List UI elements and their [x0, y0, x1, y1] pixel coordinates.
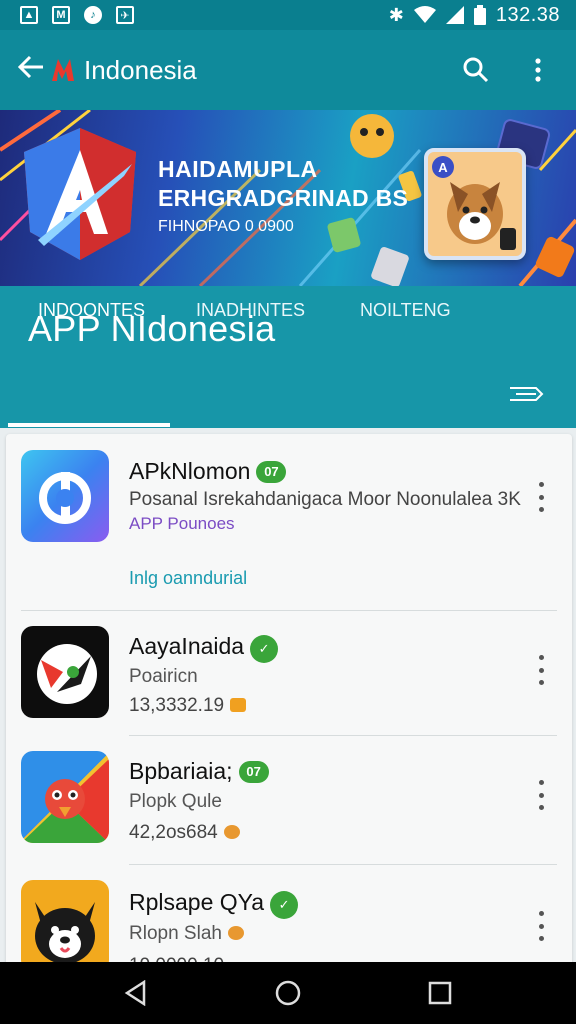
banner-app-card: A	[424, 148, 526, 260]
bluetooth-icon: ✱	[388, 4, 404, 25]
coin-icon	[227, 926, 244, 940]
apk-app-icon	[21, 450, 109, 542]
app-name: Bpbariaia; 07	[129, 758, 269, 785]
tab-indoontes[interactable]: INDOONTES	[38, 300, 145, 321]
system-icons: ✱ 132.38	[389, 4, 560, 27]
app-subtitle-text: Rlopn Slah	[129, 923, 222, 944]
briefcase-icon	[230, 698, 247, 712]
signal-icon	[445, 6, 464, 24]
version-badge: 07	[238, 761, 269, 783]
install-link[interactable]: Inlg oanndurial	[129, 568, 247, 589]
app-name-text: Bpbariaia;	[129, 758, 233, 784]
app-description: Posanal Isrekahdanigaca Moor Noonulalea …	[129, 489, 521, 510]
app-name-text: APkNlomon	[129, 458, 251, 484]
status-bar: ▲ M ♪ ✈ ✱ 132.38	[0, 0, 576, 30]
photo-icon: ✈	[116, 6, 134, 24]
music-icon: ♪	[84, 6, 102, 24]
back-arrow-icon[interactable]	[17, 53, 48, 87]
app-name: APkNlomon 07	[129, 458, 287, 485]
section-header: APP NIdonesia INDOONTES INADHINTES NOILT…	[0, 286, 576, 428]
list-item[interactable]: Rplsape QYa✓ Rlopn Slah 19 0000 10	[6, 865, 572, 974]
banner-caption: FIHNOPAO 0 0900	[158, 218, 294, 235]
verified-badge: ✓	[270, 891, 299, 919]
banner-headline: HAIDAMUPLA	[158, 156, 318, 182]
rplsape-app-icon	[21, 880, 109, 972]
promo-banner[interactable]: HAIDAMUPLA ERHGRADGRINAD BS FIHNOPAO 0 0…	[0, 110, 576, 286]
app-subtitle: Plopk Qule	[129, 791, 222, 812]
more-vert-icon[interactable]	[536, 655, 546, 685]
app-subtitle: Poairicn	[129, 666, 198, 687]
search-icon[interactable]	[456, 50, 496, 90]
bpbariaia-app-icon	[21, 751, 109, 843]
battery-icon	[473, 5, 486, 25]
coin-icon	[223, 825, 240, 839]
tab-inadhintes[interactable]: INADHINTES	[196, 300, 305, 321]
app-name: Rplsape QYa ✓	[129, 889, 299, 919]
app-name: AayaInaida ✓	[129, 633, 279, 663]
active-tab-indicator	[8, 423, 170, 427]
tabs-overflow-icon[interactable]	[508, 382, 544, 406]
app-meta: 42,2os684	[129, 822, 240, 844]
triangle-back-icon	[124, 980, 146, 1006]
banner-text: HAIDAMUPLA ERHGRADGRINAD BS FIHNOPAO 0 0…	[158, 156, 408, 236]
system-nav-bar	[0, 962, 576, 1024]
more-vert-icon[interactable]	[536, 780, 546, 810]
mini-logo-icon: A	[432, 156, 454, 178]
tab-noilteng[interactable]: NOILTENG	[360, 300, 451, 321]
app-name-text: Rplsape QYa	[129, 889, 265, 915]
more-vert-icon[interactable]	[536, 482, 546, 512]
wifi-icon	[413, 6, 436, 23]
image-icon: ▲	[20, 6, 38, 24]
mail-icon: M	[52, 6, 70, 24]
notification-icons: ▲ M ♪ ✈	[20, 6, 134, 24]
banner-subheadline: ERHGRADGRINAD BS	[158, 185, 409, 211]
app-meta-text: 42,2os684	[129, 822, 218, 843]
app-tag: APP Pounoes	[129, 514, 235, 533]
app-subtitle: Rlopn Slah	[129, 923, 244, 945]
app-name-text: AayaInaida	[129, 633, 245, 659]
app-meta-text: 13,3332.19	[129, 695, 225, 716]
brand-logo-icon	[52, 59, 74, 81]
list-item[interactable]: AayaInaida ✓ Poairicn 13,3332.19	[6, 611, 572, 735]
nav-home-button[interactable]	[268, 973, 308, 1013]
app-bar: Indonesia	[0, 30, 576, 110]
verified-badge: ✓	[250, 635, 279, 663]
circle-home-icon	[275, 980, 301, 1006]
app-title: Indonesia	[84, 54, 197, 85]
nav-back-button[interactable]	[116, 973, 156, 1013]
square-recents-icon	[428, 981, 452, 1005]
app-list: APkNlomon 07 Posanal Isrekahdanigaca Moor…	[6, 434, 572, 974]
more-vert-icon[interactable]	[518, 50, 558, 90]
aayainaida-app-icon	[21, 626, 109, 718]
app-meta: 13,3332.19	[129, 695, 247, 717]
app-logo-icon	[24, 128, 136, 260]
version-badge: 07	[256, 461, 287, 483]
more-vert-icon[interactable]	[536, 911, 546, 941]
list-item[interactable]: Bpbariaia; 07 Plopk Qule 42,2os684	[6, 736, 572, 864]
nav-recents-button[interactable]	[420, 973, 460, 1013]
list-item[interactable]: APkNlomon 07 Posanal Isrekahdanigaca Moor…	[6, 434, 572, 610]
clock: 132.38	[495, 3, 560, 26]
